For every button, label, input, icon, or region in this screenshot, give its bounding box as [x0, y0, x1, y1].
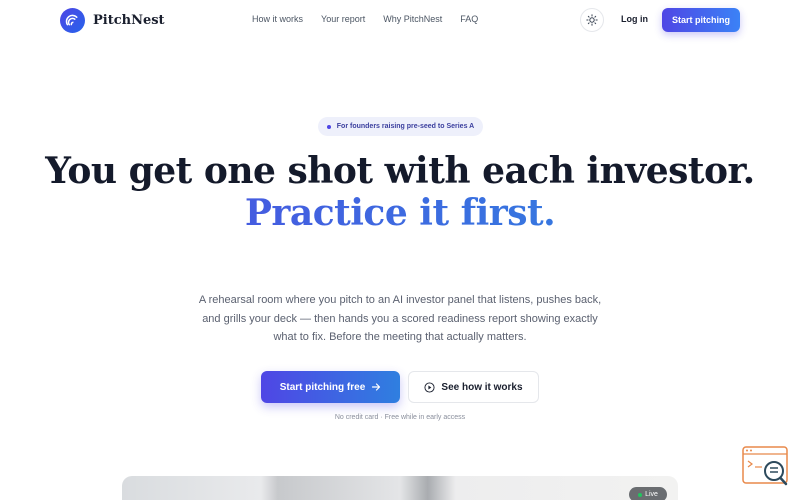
- see-how-it-works-button[interactable]: See how it works: [408, 371, 539, 403]
- product-preview-image: [122, 476, 678, 500]
- hero-headline: You get one shot with each investor. Pra…: [0, 150, 800, 234]
- play-circle-icon: [424, 381, 435, 393]
- nav-links: How it works Your report Why PitchNest F…: [252, 14, 478, 24]
- fine-print: No credit card · Free while in early acc…: [334, 414, 466, 421]
- nav-link-faq[interactable]: FAQ: [460, 14, 478, 24]
- brand-name: PitchNest: [93, 13, 165, 28]
- headline-accent: Practice it first.: [0, 192, 800, 234]
- secondary-cta-label: See how it works: [441, 381, 523, 393]
- arrow-right-icon: [372, 383, 381, 391]
- logo-mark-icon: [60, 8, 85, 33]
- top-nav: PitchNest How it works Your report Why P…: [0, 0, 800, 40]
- nav-link-how-it-works[interactable]: How it works: [252, 14, 303, 24]
- live-dot-icon: [638, 492, 643, 497]
- nav-link-why-pitchnest[interactable]: Why PitchNest: [383, 14, 442, 24]
- sun-icon: [586, 14, 598, 26]
- login-link[interactable]: Log in: [621, 14, 648, 24]
- brand-logo[interactable]: PitchNest: [60, 8, 165, 33]
- headline-main: You get one shot with each investor.: [45, 150, 755, 192]
- nav-link-your-report[interactable]: Your report: [321, 14, 365, 24]
- primary-cta-label: Start pitching free: [279, 381, 366, 393]
- live-badge: Live: [629, 487, 667, 500]
- start-pitching-free-button[interactable]: Start pitching free: [261, 371, 400, 403]
- theme-toggle-button[interactable]: [580, 8, 604, 32]
- audience-badge: For founders raising pre-seed to Series …: [318, 117, 483, 136]
- badge-label: For founders raising pre-seed to Series …: [336, 123, 475, 130]
- live-label: Live: [645, 491, 658, 498]
- hero-subtext: A rehearsal room where you pitch to an A…: [198, 294, 602, 343]
- badge-dot-icon: [326, 124, 331, 129]
- start-pitching-button[interactable]: Start pitching: [662, 8, 740, 32]
- search-chat-icon[interactable]: [742, 446, 792, 490]
